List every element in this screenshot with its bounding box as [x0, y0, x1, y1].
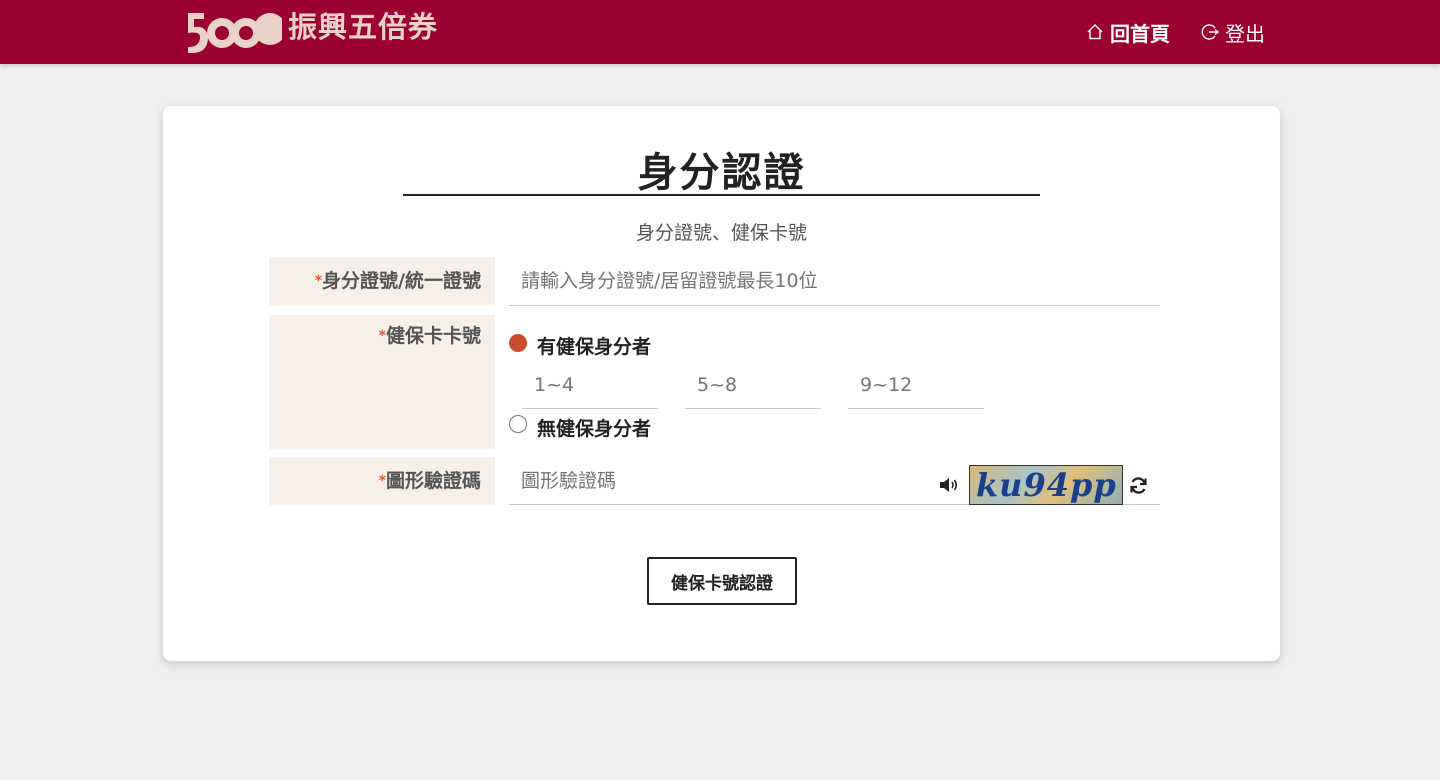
title-divider [403, 194, 1040, 196]
captcha-label: *圖形驗證碼 [269, 457, 495, 505]
speaker-icon[interactable] [939, 476, 959, 498]
home-icon [1087, 24, 1103, 40]
identity-verification-card: 身分認證 身分證號、健保卡號 *身分證號/統一證號 *健保卡卡號 有健保身分者 … [163, 106, 1280, 661]
logo-mark [186, 7, 282, 55]
logout-link[interactable]: 登出 [1201, 18, 1265, 46]
health-card-label-text: 健保卡卡號 [385, 325, 481, 347]
health-card-label: *健保卡卡號 [269, 315, 495, 449]
required-mark: * [378, 328, 386, 344]
captcha-input[interactable] [521, 466, 921, 496]
logout-icon [1201, 24, 1219, 40]
segment-3-underline [848, 408, 984, 409]
card-number-segment-2[interactable] [697, 371, 817, 399]
segment-1-underline [522, 408, 658, 409]
id-number-label: *身分證號/統一證號 [269, 257, 495, 305]
radio-no-insurance[interactable] [509, 415, 527, 433]
id-number-label-text: 身分證號/統一證號 [322, 270, 481, 292]
home-link[interactable]: 回首頁 [1086, 18, 1170, 46]
required-mark: * [314, 273, 323, 289]
radio-has-insurance[interactable] [509, 334, 527, 352]
card-number-segment-3[interactable] [860, 371, 980, 399]
captcha-image: ku94pp [969, 465, 1123, 505]
app-logo[interactable]: 振興五倍券 [186, 6, 438, 56]
home-label: 回首頁 [1110, 21, 1170, 46]
captcha-label-text: 圖形驗證碼 [385, 470, 481, 492]
page-title: 身分認證 [637, 150, 806, 196]
health-card-verify-button[interactable]: 健保卡號認證 [647, 557, 797, 605]
id-number-input[interactable] [521, 266, 1141, 296]
top-navbar: 振興五倍券 回首頁 登出 [0, 0, 1440, 64]
captcha-image-text: ku94pp [976, 466, 1117, 504]
logo-text: 振興五倍券 [288, 10, 439, 44]
required-mark: * [378, 473, 386, 489]
radio-no-insurance-label[interactable]: 無健保身分者 [537, 414, 651, 441]
page-subtitle: 身分證號、健保卡號 [635, 222, 807, 244]
card-number-segment-1[interactable] [534, 371, 654, 399]
radio-has-insurance-label[interactable]: 有健保身分者 [537, 332, 651, 359]
id-number-underline [509, 305, 1160, 306]
logout-label: 登出 [1225, 21, 1265, 46]
segment-2-underline [685, 408, 821, 409]
refresh-icon[interactable] [1129, 476, 1148, 499]
